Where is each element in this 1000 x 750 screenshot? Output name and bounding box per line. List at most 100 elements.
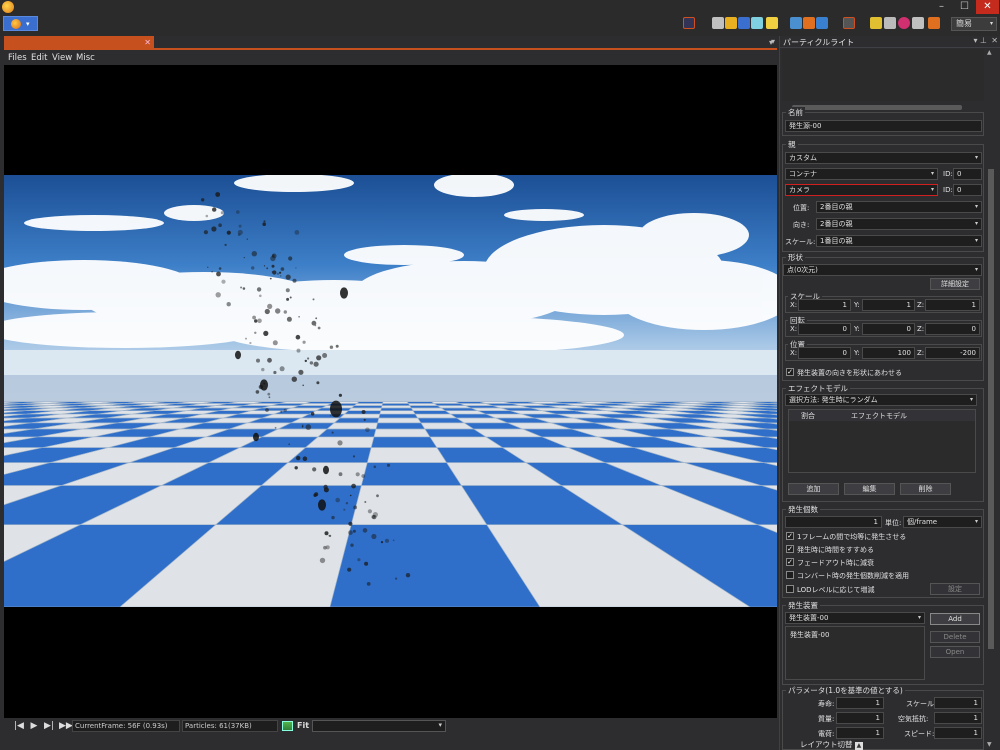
app-menu-button[interactable]: ▾ [3,16,38,31]
horizontal-scrollbar[interactable] [792,105,962,110]
panel-menu-arrow-icon[interactable]: ▾ [771,37,775,46]
fast-forward-button[interactable]: ▶▶ [59,721,73,731]
mass-input[interactable]: 1 [836,712,884,724]
viewport-toggle-icon[interactable] [683,17,695,29]
scale-parent-select[interactable]: 1番目の親 ▾ [816,235,982,247]
emitter-add-button[interactable]: Add [930,613,980,625]
menu-view[interactable]: View [52,53,72,63]
params-title: パラメータ(1.0を基準の値とする) [786,685,905,696]
fit-label[interactable]: Fit [297,721,309,730]
rotation-z-input[interactable]: 0 [925,323,980,335]
emit-option-checkbox[interactable] [786,585,794,593]
fit-select[interactable]: ▾ [312,720,446,732]
position-parent-select[interactable]: 2番目の親 ▾ [816,201,982,213]
play-button[interactable]: ▶ [29,721,39,731]
emitter-open-button[interactable]: Open [930,646,980,658]
emitter-select[interactable]: 発生装置-00 ▾ [785,612,925,624]
effect-model-table[interactable]: 割合 エフェクトモデル [788,409,976,473]
menu-files[interactable]: Files [8,53,27,63]
minimize-button[interactable]: – [930,0,953,14]
fit-image-icon[interactable] [282,721,293,731]
effect-selection-value: 選択方法: 発生時にランダム [789,396,878,404]
folder-icon[interactable] [766,17,778,29]
position-z-input[interactable]: -200 [925,347,980,359]
particle [220,211,224,215]
position-x-input[interactable]: 0 [798,347,851,359]
effect-selection-select[interactable]: 選択方法: 発生時にランダム ▾ [785,394,977,406]
particle [305,424,312,430]
emit-count-input[interactable]: 1 [785,516,882,528]
rotation-y-input[interactable]: 0 [862,323,915,335]
3d-viewport[interactable] [4,65,777,718]
globe-icon[interactable] [816,17,828,29]
hand-icon[interactable] [928,17,940,29]
align-shape-checkbox[interactable]: ✓ [786,368,794,376]
add-effect-button[interactable]: 追加 [788,483,839,495]
image-icon[interactable] [884,17,896,29]
scale-z-input[interactable]: 1 [925,299,980,311]
drag-input[interactable]: 1 [934,712,982,724]
mode-select[interactable]: 簡易 ▾ [951,17,997,31]
emit-option-checkbox[interactable] [786,571,794,579]
ratio-column-header[interactable]: 割合 [801,411,815,421]
camera-frame-icon[interactable] [843,17,855,29]
light-icon[interactable] [725,17,737,29]
model-icon[interactable] [751,17,763,29]
scroll-up-icon[interactable]: ▲ [987,49,992,56]
particle [218,267,222,270]
container-id-input[interactable]: 0 [953,168,982,180]
speed-input[interactable]: 1 [934,727,982,739]
menu-edit[interactable]: Edit [31,53,47,63]
vertical-scrollbar[interactable]: ▲ ▼ [986,49,996,750]
model-column-header[interactable]: エフェクトモデル [851,411,907,421]
scroll-down-icon[interactable]: ▼ [987,741,992,748]
refresh-icon[interactable] [898,17,910,29]
script-icon[interactable] [712,17,724,29]
close-window-button[interactable]: ✕ [976,0,999,14]
camera-id-input[interactable]: 0 [953,184,982,196]
emit-settings-button[interactable]: 設定 [930,583,980,595]
rotation-x-input[interactable]: 0 [798,323,851,335]
name-input[interactable]: 発生源-00 [785,120,982,132]
details-button[interactable]: 詳細設定 [930,278,980,290]
life-input[interactable]: 1 [836,697,884,709]
camera-select[interactable]: カメラ ▾ [785,184,938,196]
export-icon[interactable] [912,17,924,29]
layout-toggle-button[interactable]: レイアウト切替 ▲ [800,739,863,750]
emit-option-checkbox[interactable]: ✓ [786,558,794,566]
particle [357,558,361,562]
emit-option-checkbox[interactable]: ✓ [786,532,794,540]
position-y-input[interactable]: 100 [862,347,915,359]
emitter-delete-button[interactable]: Delete [930,631,980,643]
emit-unit-select[interactable]: 個/frame ▾ [903,516,982,528]
sphere-icon[interactable] [738,17,750,29]
delete-effect-button[interactable]: 削除 [900,483,951,495]
list-item[interactable]: 発生装置-00 [790,630,829,640]
shape-type-select[interactable]: 点(0次元) ▾ [783,264,982,276]
maximize-button[interactable]: ☐ [953,0,976,14]
step-forward-button[interactable]: ▶| [44,721,54,731]
rewind-button[interactable]: |◀ [14,721,24,731]
direction-parent-select[interactable]: 2番目の親 ▾ [816,218,982,230]
emitter-list[interactable]: 発生装置-00 [785,626,925,680]
scale-x-input[interactable]: 1 [798,299,851,311]
scale-y-input[interactable]: 1 [862,299,915,311]
floor-tile [409,405,443,409]
param-scale-input[interactable]: 1 [934,697,982,709]
position-parent-label: 位置: [793,204,810,212]
charge-input[interactable]: 1 [836,727,884,739]
edit-effect-button[interactable]: 編集 [844,483,895,495]
menu-misc[interactable]: Misc [76,53,95,63]
particle [302,384,305,387]
particle [242,287,246,290]
scrollbar-thumb[interactable] [988,169,994,649]
grid-icon[interactable] [790,17,802,29]
container-select[interactable]: コンテナ ▾ [785,168,938,180]
pin-icon[interactable]: ▾ ⊥ [973,36,987,45]
hook-icon[interactable] [870,17,882,29]
floor-tile [379,410,416,415]
emit-option-checkbox[interactable]: ✓ [786,545,794,553]
fire-icon[interactable] [803,17,815,29]
parent-type-select[interactable]: カスタム ▾ [785,152,982,164]
close-icon[interactable]: ✕ [991,36,998,45]
